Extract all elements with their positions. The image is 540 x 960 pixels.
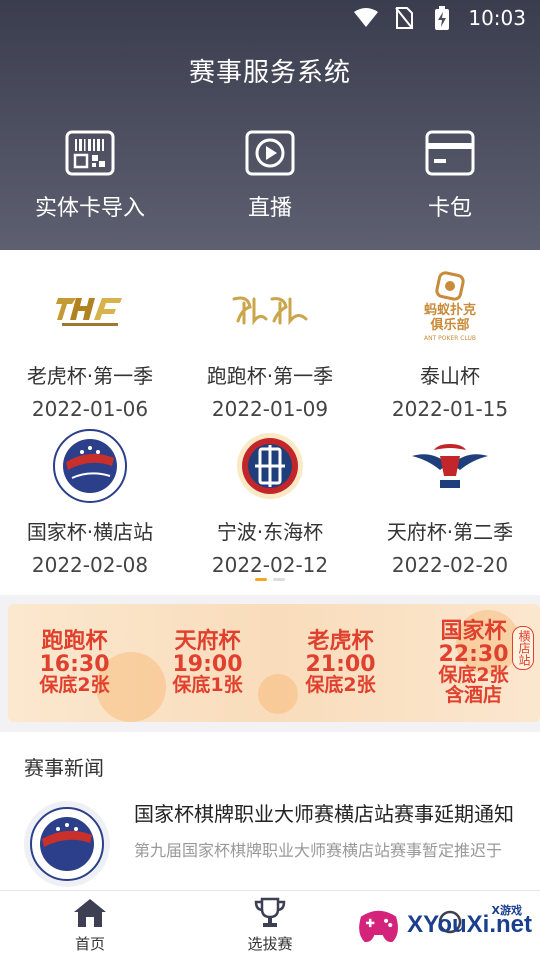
- import-card-button[interactable]: 实体卡导入: [0, 130, 180, 222]
- barcode-scan-icon: [65, 130, 115, 176]
- watermark: XYouXi.net X游戏: [356, 896, 532, 954]
- nav-home-label: 首页: [74, 935, 105, 953]
- national-cup-logo: [50, 426, 130, 506]
- banner-item: 天府杯 19:00 保底1张: [172, 628, 243, 697]
- event-card[interactable]: 国家杯·横店站 2022-02-08: [0, 426, 180, 582]
- news-item[interactable]: 国家杯棋牌职业大师赛横店站赛事延期通知 第九届国家杯棋牌职业大师赛横店站赛事暂定…: [0, 781, 540, 889]
- event-card[interactable]: 老虎杯·第一季 2022-01-06: [0, 270, 180, 426]
- event-name: 国家杯·横店站: [26, 520, 154, 544]
- watermark-small: X游戏: [491, 904, 522, 917]
- svg-text:蚂蚁扑克: 蚂蚁扑克: [424, 302, 476, 318]
- event-name: 泰山杯: [420, 364, 480, 388]
- status-bar: 10:03: [0, 0, 540, 36]
- home-icon: [74, 899, 106, 927]
- page-title: 赛事服务系统: [188, 58, 351, 88]
- event-date: 2022-02-08: [31, 553, 149, 577]
- tiger-cup-logo: [50, 270, 130, 350]
- card-wallet-button[interactable]: 卡包: [360, 130, 540, 222]
- svg-text:俱乐部: 俱乐部: [429, 317, 469, 333]
- card-wallet-label: 卡包: [427, 196, 472, 221]
- event-date: 2022-02-12: [211, 553, 329, 577]
- event-name: 天府杯·第二季: [386, 520, 514, 544]
- paopao-cup-logo: [230, 270, 310, 350]
- no-sim-icon: [392, 7, 416, 29]
- event-date: 2022-01-09: [211, 397, 329, 421]
- event-card[interactable]: 跑跑杯·第一季 2022-01-09: [180, 270, 360, 426]
- event-card[interactable]: 天府杯·第二季 2022-02-20: [360, 426, 540, 582]
- header: 10:03 赛事服务系统 实体卡导入 直播 卡包: [0, 0, 540, 250]
- event-date: 2022-01-06: [31, 397, 149, 421]
- card-icon: [425, 130, 475, 176]
- nav-home[interactable]: 首页: [0, 891, 180, 960]
- quick-actions: 实体卡导入 直播 卡包: [0, 130, 540, 222]
- banner-item: 老虎杯 21:00 保底2张: [305, 628, 376, 697]
- ant-poker-club-logo: 蚂蚁扑克 俱乐部 ANT POKER CLUB: [410, 270, 490, 350]
- gamepad-logo-icon: [359, 910, 398, 942]
- event-name: 跑跑杯·第一季: [206, 364, 334, 388]
- event-date: 2022-02-20: [391, 553, 509, 577]
- status-time: 10:03: [468, 6, 526, 30]
- banner-side-tag: 横店站: [512, 626, 534, 670]
- event-name: 老虎杯·第一季: [26, 364, 154, 388]
- event-name: 宁波·东海杯: [216, 520, 324, 544]
- import-card-label: 实体卡导入: [34, 196, 145, 221]
- svg-text:ANT POKER CLUB: ANT POKER CLUB: [424, 335, 476, 342]
- live-label: 直播: [247, 196, 292, 221]
- event-card[interactable]: 蚂蚁扑克 俱乐部 ANT POKER CLUB 泰山杯 2022-01-15: [360, 270, 540, 426]
- event-card[interactable]: 宁波·东海杯 2022-02-12: [180, 426, 360, 582]
- donghai-cup-logo: [230, 426, 310, 506]
- play-icon: [245, 130, 295, 176]
- page-indicator: [0, 578, 540, 581]
- national-cup-thumbnail: [24, 801, 110, 887]
- wifi-icon: [354, 7, 379, 29]
- nav-qualifier-label: 选拔赛: [247, 935, 293, 953]
- news-title: 国家杯棋牌职业大师赛横店站赛事延期通知: [134, 802, 514, 826]
- event-date: 2022-01-15: [391, 397, 509, 421]
- live-button[interactable]: 直播: [180, 130, 360, 222]
- news-heading: 赛事新闻: [24, 756, 104, 780]
- promo-banner[interactable]: 跑跑杯 16:30 保底2张 天府杯 19:00 保底1张 老虎杯 21:00 …: [8, 604, 540, 722]
- page-dot-active: [255, 578, 267, 581]
- banner-item: 跑跑杯 16:30 保底2张: [39, 628, 110, 697]
- event-list: 老虎杯·第一季 2022-01-06 跑跑杯·第一季 2022-01-09 蚂蚁…: [0, 250, 540, 595]
- news-section: 赛事新闻 国家杯棋牌职业大师赛横店站赛事延期通知 第九届国家杯棋牌职业大师赛横店…: [0, 732, 540, 890]
- battery-charging-icon: [430, 6, 454, 30]
- trophy-icon: [254, 897, 286, 927]
- news-summary: 第九届国家杯棋牌职业大师赛横店站赛事暂定推迟于: [134, 841, 503, 860]
- tianfu-cup-logo: [410, 426, 490, 506]
- page-dot: [273, 578, 285, 581]
- nav-qualifier[interactable]: 选拔赛: [180, 891, 360, 960]
